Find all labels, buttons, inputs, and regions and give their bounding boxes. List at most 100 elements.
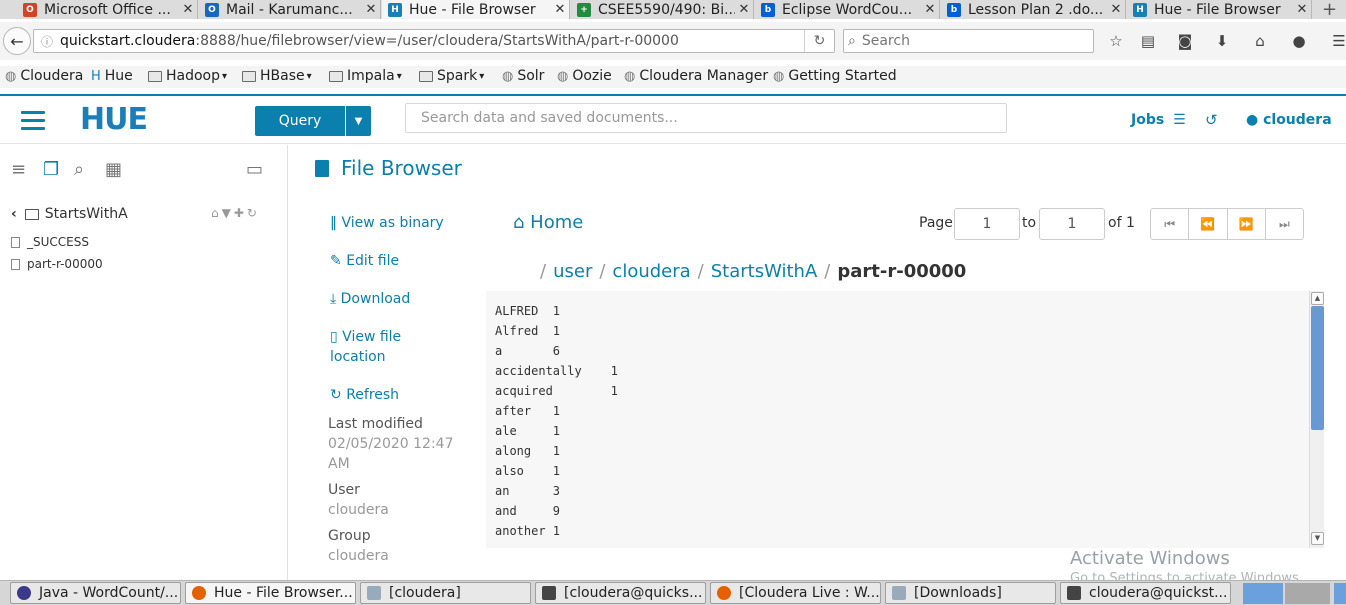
bookmark-folder-hbase[interactable]: HBase ▾ — [242, 68, 312, 84]
left-folder-breadcrumb[interactable]: ‹ StartsWithA — [11, 206, 128, 222]
reload-icon[interactable]: ↻ — [804, 30, 834, 52]
reading-list-icon[interactable]: ▤ — [1138, 31, 1158, 51]
database-icon[interactable]: ≡ — [11, 159, 26, 180]
taskbar-label: [cloudera@quicks... — [564, 585, 703, 601]
tab-label: Mail - Karumanc... — [226, 1, 353, 18]
folder-icon — [242, 70, 256, 82]
browser-tab-box-lesson[interactable]: b Lesson Plan 2 .do... ✕ — [941, 0, 1126, 19]
view-as-binary-link[interactable]: ‖ View as binary — [330, 213, 444, 233]
download-icon[interactable]: ⬇ — [1212, 31, 1232, 51]
download-link[interactable]: ⤓ Download — [330, 289, 410, 309]
history-icon[interactable]: ↺ — [1205, 111, 1218, 129]
bookmark-folder-spark[interactable]: Spark ▾ — [419, 68, 484, 84]
taskbar-item-cloudera-live[interactable]: [Cloudera Live : W... — [710, 582, 881, 604]
close-icon[interactable]: ✕ — [551, 2, 569, 17]
scroll-down-icon[interactable]: ▼ — [1311, 532, 1324, 545]
bookmark-oozie[interactable]: ◍ Oozie — [557, 68, 612, 84]
home-link[interactable]: ⌂ Home — [513, 212, 583, 233]
refresh-link[interactable]: ↻ Refresh — [330, 385, 399, 405]
taskbar-item-cloudera-folder[interactable]: [cloudera] — [360, 582, 531, 604]
hamburger-menu-icon[interactable] — [21, 111, 45, 130]
bookmark-cloudera-manager[interactable]: ◍ Cloudera Manager — [624, 68, 768, 84]
bookmark-folder-impala[interactable]: Impala ▾ — [329, 68, 402, 84]
open-folder-icon[interactable]: ▭ — [246, 159, 263, 180]
taskbar-item-firefox[interactable]: Hue - File Browser... — [185, 582, 356, 604]
browser-search-input[interactable]: ⌕ Search — [843, 29, 1094, 53]
next-page-icon[interactable]: ⏩ — [1228, 209, 1266, 239]
user-value: cloudera — [328, 502, 389, 518]
bookmark-cloudera[interactable]: ◍ Cloudera — [5, 68, 83, 84]
plus-icon[interactable]: ✚ — [234, 206, 247, 220]
file-content-viewer[interactable]: ALFRED 1 Alfred 1 a 6 accidentally 1 acq… — [486, 291, 1324, 548]
new-tab-button[interactable]: + — [1313, 0, 1346, 19]
tray-indicator[interactable] — [1334, 583, 1346, 604]
breadcrumb-folder[interactable]: StartsWithA — [711, 261, 818, 282]
user-menu[interactable]: ● cloudera — [1246, 112, 1332, 128]
breadcrumb-cloudera[interactable]: cloudera — [612, 261, 690, 282]
query-dropdown-toggle[interactable]: ▼ — [346, 106, 371, 136]
edit-file-link[interactable]: ✎ Edit file — [330, 251, 399, 271]
left-file-item[interactable]: _SUCCESS — [11, 235, 89, 249]
file-viewer-scrollbar[interactable]: ▲ ▼ — [1309, 291, 1324, 548]
menu-icon[interactable]: ☰ — [1329, 31, 1346, 51]
home-icon[interactable]: ⌂ — [1250, 31, 1270, 51]
browser-tab-sheets[interactable]: + CSEE5590/490: Bi... ✕ — [571, 0, 754, 19]
hue-logo[interactable]: HUE — [80, 102, 148, 137]
close-icon[interactable]: ✕ — [735, 2, 753, 17]
page-from-input[interactable]: 1 — [954, 208, 1020, 240]
browser-tab-office[interactable]: O Microsoft Office ... ✕ — [17, 0, 198, 19]
bookmark-solr[interactable]: ◍ Solr — [502, 68, 544, 84]
grid-icon[interactable]: ▦ — [105, 159, 122, 180]
pocket-icon[interactable]: ◙ — [1175, 31, 1195, 51]
close-icon[interactable]: ✕ — [1293, 2, 1311, 17]
first-page-icon[interactable]: ⏮ — [1151, 209, 1190, 239]
pencil-icon: ✎ — [330, 253, 342, 269]
close-icon[interactable]: ✕ — [179, 2, 197, 17]
back-button[interactable]: ← — [3, 27, 31, 55]
filter-icon[interactable]: ▼ — [222, 206, 234, 220]
refresh-icon[interactable]: ↻ — [247, 206, 260, 220]
action-label: Download — [340, 291, 411, 307]
scrollbar-thumb[interactable] — [1311, 306, 1324, 430]
close-icon[interactable]: ✕ — [362, 2, 380, 17]
view-file-location-link[interactable]: ▯ View file location — [330, 327, 401, 367]
bookmark-folder-hadoop[interactable]: Hadoop ▾ — [148, 68, 227, 84]
scroll-up-icon[interactable]: ▲ — [1311, 292, 1324, 305]
globe-icon: ◍ — [624, 68, 636, 84]
taskbar-item-eclipse[interactable]: Java - WordCount/... — [10, 582, 181, 604]
close-icon[interactable]: ✕ — [921, 2, 939, 17]
taskbar-item-downloads[interactable]: [Downloads] — [885, 582, 1056, 604]
browser-tab-box-eclipse[interactable]: b Eclipse WordCou... ✕ — [755, 0, 940, 19]
query-button[interactable]: Query — [255, 106, 345, 136]
firefox-icon — [717, 586, 731, 600]
bookmark-hue[interactable]: H Hue — [91, 68, 133, 84]
close-icon[interactable]: ✕ — [1107, 2, 1125, 17]
previous-page-icon[interactable]: ⏪ — [1189, 209, 1228, 239]
last-page-icon[interactable]: ⏭ — [1266, 209, 1303, 239]
taskbar-item-terminal-2[interactable]: cloudera@quickst... — [1060, 582, 1231, 604]
jobs-button[interactable]: Jobs ☰ — [1131, 112, 1186, 128]
chat-icon[interactable]: ● — [1289, 31, 1309, 51]
folder-icon — [419, 70, 433, 82]
global-search-input[interactable]: Search data and saved documents... — [405, 103, 1007, 133]
chevron-left-icon[interactable]: ‹ — [11, 206, 17, 222]
box-icon: b — [947, 2, 961, 17]
search-icon[interactable]: ⌕ — [74, 159, 84, 180]
url-bar[interactable]: ⓘ quickstart.cloudera :8888/hue/filebrow… — [33, 29, 835, 53]
taskbar-item-terminal-1[interactable]: [cloudera@quicks... — [535, 582, 706, 604]
document-icon — [315, 159, 329, 177]
browser-tab-hue-active[interactable]: H Hue - File Browser ✕ — [382, 0, 570, 19]
workspace-switcher[interactable] — [1285, 583, 1330, 604]
files-icon[interactable]: ❐ — [43, 159, 59, 180]
page-to-input[interactable]: 1 — [1039, 208, 1105, 240]
bookmark-getting-started[interactable]: ◍ Getting Started — [773, 68, 897, 84]
home-icon[interactable]: ⌂ — [211, 206, 222, 220]
bookmark-star-icon[interactable]: ☆ — [1106, 31, 1126, 51]
breadcrumb-user[interactable]: user — [553, 261, 592, 282]
bookmark-label: Impala — [347, 68, 395, 84]
browser-tab-mail[interactable]: O Mail - Karumanc... ✕ — [199, 0, 381, 19]
left-file-item[interactable]: part-r-00000 — [11, 257, 103, 271]
firefox-tray-icon[interactable] — [1243, 583, 1283, 604]
browser-tab-hue[interactable]: H Hue - File Browser ✕ — [1127, 0, 1312, 19]
taskbar-label: Java - WordCount/... — [39, 585, 179, 601]
